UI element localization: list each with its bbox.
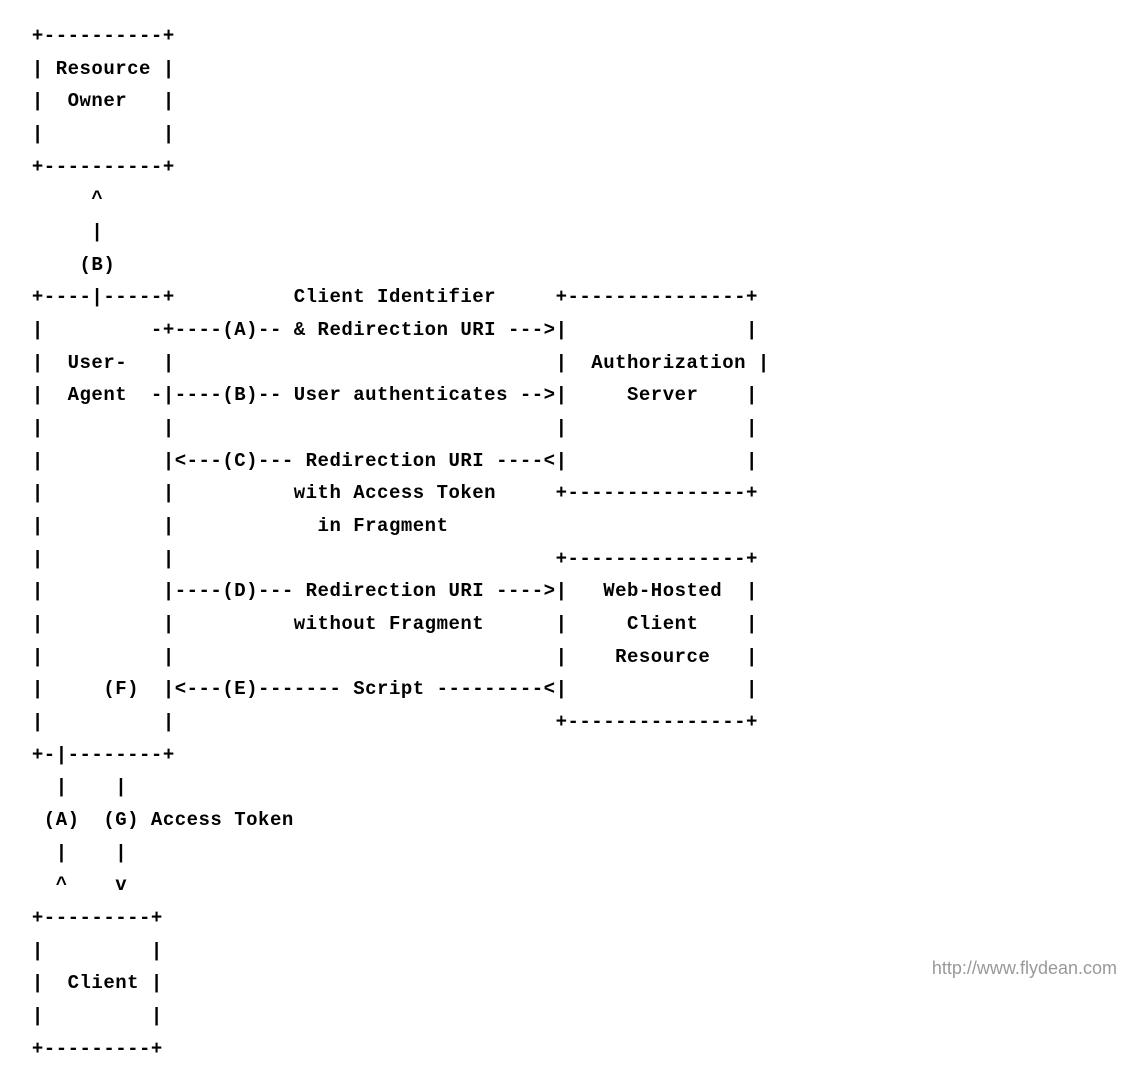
oauth-implicit-flow-diagram: +----------+ | Resource | | Owner | | | … (20, 20, 1122, 1066)
watermark-text: http://www.flydean.com (932, 958, 1117, 979)
